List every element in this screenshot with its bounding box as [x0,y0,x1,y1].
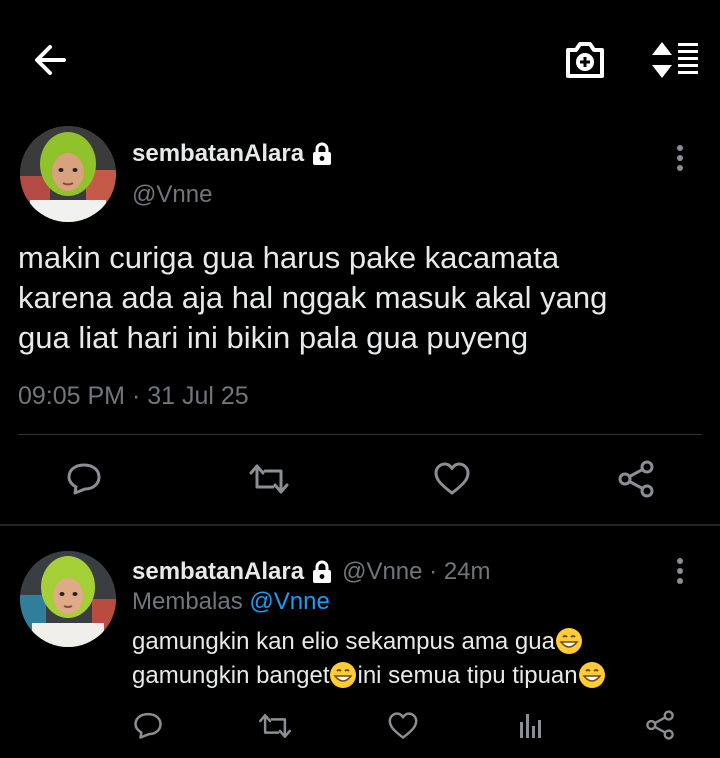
user-handle[interactable]: @Vnne [132,181,212,209]
reply-text: gamungkin kan elio sekampus ama gua gamu… [132,625,692,693]
tweet-actions [0,440,720,520]
section-divider [0,524,720,526]
reply-icon [134,712,162,739]
more-options-button[interactable] [670,142,690,176]
retweet-button[interactable] [249,462,289,496]
grinning-face-icon [330,662,357,688]
back-button[interactable] [30,40,74,80]
analytics-icon [520,714,541,738]
sort-lines-icon [652,42,698,78]
reply-line-2: gamungkin banget ini semua tipu tipuan [132,659,692,693]
like-icon [434,462,470,495]
camera-plus-icon [566,42,604,78]
top-bar [0,0,720,120]
avatar[interactable] [20,126,116,222]
author-row: sembatanAlara [132,140,334,168]
reply-like-button[interactable] [388,712,418,740]
handle-row: @Vnne [132,181,212,209]
reply-author-row: sembatanAlara @Vnne · 24m [132,558,491,586]
share-button[interactable] [617,460,655,498]
reply-button[interactable] [66,460,102,496]
more-vertical-icon [677,145,683,171]
sort-button[interactable] [648,38,700,82]
like-icon [388,712,418,739]
like-button[interactable] [434,462,470,496]
display-name[interactable]: sembatanAlara [132,140,304,168]
more-vertical-icon [677,558,683,584]
share-icon [646,710,674,740]
share-icon [618,460,654,498]
avatar-photo-icon [20,551,116,647]
reply-icon [67,463,101,495]
reply-avatar[interactable] [20,551,116,647]
avatar-photo-icon [20,126,116,222]
replying-to-mention[interactable]: @Vnne [249,588,329,615]
replying-to: Membalas @Vnne [132,588,330,616]
lock-icon [313,560,332,583]
tweet-text: makin curiga gua harus pake kacamata kar… [18,240,608,355]
reply-actions [0,700,720,756]
reply-line-2b: ini semua tipu tipuan [357,662,578,689]
reply-retweet-button[interactable] [258,712,292,740]
reply-line-2a: gamungkin banget [132,662,330,689]
retweet-icon [258,714,292,738]
grinning-face-icon [555,628,582,654]
reply-line-1: gamungkin kan elio sekampus ama gua [132,625,692,659]
reply-share-button[interactable] [645,710,675,740]
camera-button[interactable] [562,38,608,82]
reply-line-1-text: gamungkin kan elio sekampus ama gua [132,628,555,655]
grinning-face-icon [578,662,605,688]
replying-to-label: Membalas [132,588,243,615]
lock-icon [313,142,332,165]
tweet-timestamp[interactable]: 09:05 PM · 31 Jul 25 [18,382,249,411]
arrow-left-icon [35,45,66,75]
reply-analytics-button[interactable] [518,710,544,740]
reply-reply-button[interactable] [133,710,163,740]
reply-display-name[interactable]: sembatanAlara [132,558,304,586]
divider [18,434,702,435]
retweet-icon [249,464,289,494]
reply-handle-time[interactable]: @Vnne · 24m [342,558,490,586]
reply-more-options-button[interactable] [670,555,690,589]
